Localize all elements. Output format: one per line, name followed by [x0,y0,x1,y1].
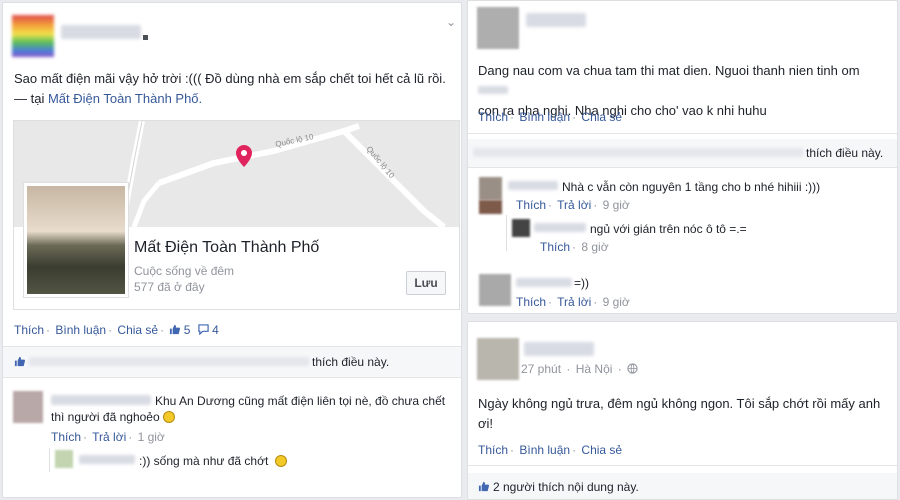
reply-body-2: ngủ với gián trên nóc ô tô =.= [590,222,747,236]
post-menu-chevron-icon[interactable]: ⌄ [446,15,456,29]
likers-names[interactable] [29,357,309,366]
place-link[interactable]: Mất Điện Toàn Thành Phố. [48,91,202,106]
post-text: Sao mất điện mãi vậy hở trời :((( Đồ dùn… [14,69,454,109]
comment-time-3: 9 giờ [602,295,630,309]
comment-text-2: Nhà c vẫn còn nguyên 1 tầng cho b nhé hi… [562,179,820,195]
post-actions-3: Thích · Bình luận · Chia sẻ [478,443,623,457]
comment-body: Khu An Dương cũng mất điện liên tọi nè, … [51,394,446,424]
save-button[interactable]: Lưu [406,271,446,295]
share-button-2[interactable]: Chia sẻ [581,110,622,124]
comment-actions-3: Thích · Trả lời · 9 giờ [516,295,630,309]
likes-divider [3,377,461,378]
tongue-emoji-icon [163,411,175,423]
post-actions-2: Thích · Bình luận · Chia sẻ [478,110,623,124]
replier-name[interactable] [79,455,135,464]
audience-icon[interactable] [143,35,148,40]
reply-time-2: 8 giờ [581,240,609,254]
reply-like-button-2[interactable]: Thích [540,240,570,254]
like-button-3[interactable]: Thích [478,443,508,457]
sad-emoji-icon [274,455,287,467]
commenter-name-3[interactable] [516,278,572,287]
public-globe-icon[interactable] [627,363,638,374]
post-text-3-line-2: ơi! [478,416,494,431]
reply-body: :)) sống mà như đã chớt [139,454,269,468]
comment-body-3: =)) [574,276,589,290]
likers-names-2[interactable] [473,148,803,157]
comment-reply-button-3[interactable]: Trả lời [557,295,591,309]
map-pin-icon [236,145,252,167]
commenter-avatar[interactable] [13,391,43,423]
comment-count[interactable]: 4 [212,323,219,337]
likes-suffix-2: thích điều này. [806,146,884,160]
comment-time: 1 giờ [137,430,165,444]
left-post-card: ⌄ Sao mất điện mãi vậy hở trời :((( Đồ d… [2,2,462,498]
place-attachment[interactable]: Quốc lộ 10 Quốc lộ 10 Mất Điện Toàn Thàn… [13,120,460,310]
post-location[interactable]: Hà Nội [576,362,613,376]
comment-like-button[interactable]: Thích [51,430,81,444]
place-checkins: 577 đã ở đây [134,280,205,294]
comment-icon [198,324,209,335]
tagged-name[interactable] [478,86,508,94]
poster-name[interactable] [61,25,141,39]
likes-thumb-icon-3 [478,481,489,492]
actions-divider-3 [468,465,897,466]
post-text-2-line-1: Dang nau com va chua tam thi mat dien. N… [478,63,860,78]
comment-button-3[interactable]: Bình luận [519,443,570,457]
likes-row-3: 2 người thích nội dung này. [468,473,897,499]
likes-row-2: thích điều này. [468,139,897,167]
likes-thumb-icon [14,356,25,367]
comment-like-button-3[interactable]: Thích [516,295,546,309]
likes-row: thích điều này. [3,347,461,377]
actions-divider-2 [468,133,897,134]
poster-avatar-2[interactable] [477,7,519,49]
place-category: Cuộc sống về đêm [134,264,235,278]
like-thumb-icon [170,324,181,335]
comment-like-button-2[interactable]: Thích [516,198,546,212]
commenter-avatar-2[interactable] [479,177,502,200]
comment-reply-button[interactable]: Trả lời [92,430,126,444]
comment-text: Khu An Dương cũng mất điện liên tọi nè, … [51,393,451,425]
post-time[interactable]: 27 phút [521,362,561,376]
poster-avatar-3[interactable] [477,338,519,380]
right-post-card-2: 27 phút · Hà Nội · Ngày không ngủ trưa, … [467,321,898,500]
share-button[interactable]: Chia sẻ [117,323,158,337]
comment-actions: Thích · Trả lời · 1 giờ [51,430,165,444]
replier-name-2[interactable] [534,223,586,232]
place-name[interactable]: Mất Điện Toàn Thành Phố [134,239,319,257]
post-text-3: Ngày không ngủ trưa, đêm ngủ không ngon.… [478,394,893,434]
share-button-3[interactable]: Chia sẻ [581,443,622,457]
comment-text-3: =)) [574,275,589,291]
poster-name-2[interactable] [526,13,586,27]
like-count[interactable]: 5 [184,323,191,337]
like-button-2[interactable]: Thích [478,110,508,124]
reply-indent-line-2 [506,215,507,251]
likes-text-3[interactable]: 2 người thích nội dung này. [493,480,639,494]
replier-avatar[interactable] [55,450,73,468]
poster-avatar[interactable] [12,15,54,57]
commenter-avatar-3[interactable] [479,274,511,306]
post-actions: Thích · Bình luận · Chia sẻ · 5 4 [14,323,219,337]
place-photo[interactable] [24,183,128,297]
commenter-name-2[interactable] [508,181,558,190]
right-post-card-1: Dang nau com va chua tam thi mat dien. N… [467,0,898,314]
likes-divider-2 [468,167,897,168]
likes-suffix: thích điều này. [312,355,390,369]
replier-avatar-2[interactable] [512,219,530,237]
comment-actions-2: Thích · Trả lời · 9 giờ [516,198,630,212]
comment-button[interactable]: Bình luận [55,323,106,337]
comment-reply-button-2[interactable]: Trả lời [557,198,591,212]
post-text-3-line-1: Ngày không ngủ trưa, đêm ngủ không ngon.… [478,396,881,411]
reply-indent-line [49,448,50,472]
comment-time-2: 9 giờ [602,198,630,212]
reply-text-2: ngủ với gián trên nóc ô tô =.= [590,221,747,237]
post-meta: 27 phút · Hà Nội · [521,362,638,376]
comment-body-2: Nhà c vẫn còn nguyên 1 tầng cho b nhé hi… [562,180,821,194]
reply-actions-2: Thích · 8 giờ [540,240,609,254]
road-label-2: Quốc lộ 10 [364,145,396,181]
reply-text: :)) sống mà như đã chớt [139,453,287,469]
poster-name-3[interactable] [524,342,594,356]
comment-button-2[interactable]: Bình luận [519,110,570,124]
like-button[interactable]: Thích [14,323,44,337]
commenter-avatar-2b[interactable] [479,200,502,214]
